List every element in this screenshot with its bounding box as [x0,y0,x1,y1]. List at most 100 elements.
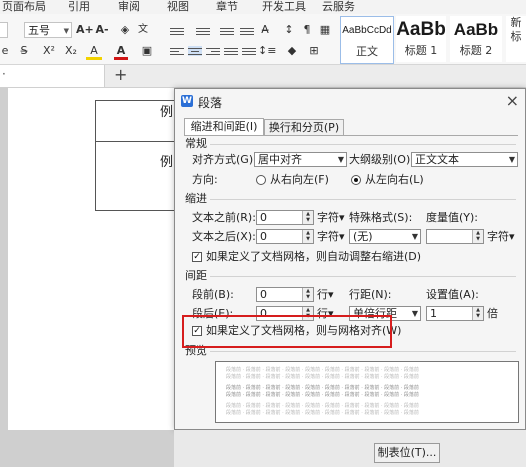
dialog-title-bar[interactable]: W 段落 × [175,89,525,113]
outline-level-label: 大纲级别(O): [349,153,414,166]
annotation-highlight-box [182,315,392,348]
grow-font-button[interactable]: A+ [76,21,94,39]
chevron-down-icon: ▼ [337,155,344,164]
justify-icon[interactable] [224,46,238,56]
section-indent: 缩进 [185,192,207,205]
superscript-button[interactable]: X² [40,42,58,60]
strikethrough-button[interactable]: S̶ [18,42,30,60]
menu-developer[interactable]: 开发工具 [262,0,306,13]
measure-unit[interactable]: 字符▾ [487,229,515,244]
dialog-title: 段落 [198,96,223,110]
phonetic-guide-icon[interactable]: 文 [137,21,149,39]
font-name-combo-edge[interactable] [0,22,8,38]
align-center-icon[interactable] [188,46,202,56]
menu-page-layout[interactable]: 页面布局 [2,0,46,13]
line-spacing-icon[interactable]: ↕≡ [258,42,276,60]
divider [210,144,516,145]
numbered-list-icon[interactable] [196,26,210,36]
wps-logo-icon: W [181,95,193,107]
increase-indent-icon[interactable] [240,26,254,36]
chevron-down-icon: ▼ [411,309,418,318]
style-heading-2-name: 标题 2 [459,44,493,57]
shading-icon[interactable]: ◆ [284,42,300,60]
char-shading-icon[interactable]: ▣ [140,42,154,60]
ltr-label[interactable]: 从左向右(L) [365,172,424,187]
align-left-icon[interactable] [170,46,184,56]
font-size-combo[interactable]: 五号 ▼ [24,22,72,38]
spinner-icon[interactable]: ▲ ▼ [302,211,313,224]
style-new-name: 新标 [510,16,522,43]
special-format-label: 特殊格式(S): [349,211,413,224]
chinese-layout-button[interactable]: A̶ [256,21,274,39]
auto-adjust-checkbox[interactable]: ✓ [192,252,202,262]
style-normal[interactable]: AaBbCcDd 正文 [340,16,394,64]
tab-stops-button[interactable]: 制表位(T)... [374,443,440,463]
shrink-font-button[interactable]: A- [94,21,110,39]
style-heading-2[interactable]: AaBb 标题 2 [450,16,502,62]
menu-bar: 页面布局 引用 审阅 视图 章节 开发工具 云服务 [0,0,526,14]
space-before-label: 段前(B): [192,288,234,301]
menu-review[interactable]: 审阅 [118,0,140,13]
show-marks-icon[interactable]: ¶ [300,21,314,39]
style-normal-name: 正文 [356,45,378,58]
borders-icon[interactable]: ⊞ [306,42,322,60]
menu-section[interactable]: 章节 [216,0,238,13]
font-color-button[interactable]: A [114,42,128,60]
align-right-icon[interactable] [206,46,220,56]
table-cell-text: 例 [160,155,174,170]
menu-view[interactable]: 视图 [167,0,189,13]
indent-before-unit[interactable]: 字符▾ [317,210,345,225]
measure-label: 度量值(Y): [426,211,479,224]
bullet-list-icon[interactable] [170,26,184,36]
style-heading-1[interactable]: AaBb 标题 1 [396,16,446,62]
measure-input[interactable]: ▲ ▼ [426,229,484,244]
dialog-footer-area [174,430,526,467]
setting-value: 1 [430,307,437,320]
sort-icon[interactable]: ↕ [282,21,296,39]
paragraph-dialog: W 段落 × 缩进和间距(I) 换行和分页(P) 常规 对齐方式(G): 居中对… [174,88,526,430]
rtl-label[interactable]: 从右向左(F) [270,172,329,187]
table-cell-text: 例 [160,105,174,120]
strikethrough-icon[interactable]: e [0,42,10,60]
spinner-icon[interactable]: ▲ ▼ [302,288,313,301]
alignment-select[interactable]: 居中对齐 ▼ [254,152,347,167]
menu-cloud[interactable]: 云服务 [322,0,355,13]
document-tab[interactable]: · [0,65,105,87]
outline-level-select[interactable]: 正文文本 ▼ [411,152,518,167]
decrease-indent-icon[interactable] [220,26,234,36]
menu-references[interactable]: 引用 [68,0,90,13]
spinner-icon[interactable]: ▲ ▼ [302,230,313,243]
font-color-label: A [116,44,126,57]
setting-value-input[interactable]: 1 ▲ ▼ [426,306,484,321]
indent-before-value: 0 [260,211,267,224]
indent-after-input[interactable]: 0 ▲ ▼ [256,229,314,244]
auto-adjust-label[interactable]: 如果定义了文档网格，则自动调整右缩进(D) [206,249,421,264]
style-new[interactable]: 新标 [506,16,526,62]
special-format-value: (无) [353,230,373,243]
clear-format-icon[interactable]: ◈ [118,21,132,39]
style-heading-2-sample: AaBb [453,20,499,39]
indent-before-input[interactable]: 0 ▲ ▼ [256,210,314,225]
highlight-button[interactable]: A [86,42,102,60]
tab-indent-spacing[interactable]: 缩进和间距(I) [184,118,264,136]
border-icon[interactable]: ▦ [318,21,332,39]
tab-close-icon[interactable]: · [2,67,6,81]
indent-after-unit[interactable]: 字符▾ [317,229,345,244]
preview-line: 段落前 · 段落前 · 段落前 · 段落前 · 段落前 · 段落前 · 段落前 … [226,403,419,409]
preview-line: 段落前 · 段落前 · 段落前 · 段落前 · 段落前 · 段落前 · 段落前 … [226,385,419,391]
space-before-unit[interactable]: 行▾ [317,287,334,302]
ltr-radio[interactable] [351,175,361,185]
close-icon[interactable]: × [506,91,519,110]
subscript-button[interactable]: X₂ [62,42,80,60]
space-before-input[interactable]: 0 ▲ ▼ [256,287,314,302]
tab-line-page-breaks[interactable]: 换行和分页(P) [264,119,344,135]
distribute-icon[interactable] [242,46,256,56]
section-general: 常规 [185,137,207,150]
spinner-icon[interactable]: ▲ ▼ [472,307,483,320]
rtl-radio[interactable] [256,175,266,185]
preview-line: 段落前 · 段落前 · 段落前 · 段落前 · 段落前 · 段落前 · 段落前 … [226,374,419,380]
space-before-value: 0 [260,288,267,301]
spinner-icon[interactable]: ▲ ▼ [472,230,483,243]
new-tab-button[interactable]: + [114,65,127,85]
special-format-select[interactable]: (无) ▼ [349,229,421,244]
